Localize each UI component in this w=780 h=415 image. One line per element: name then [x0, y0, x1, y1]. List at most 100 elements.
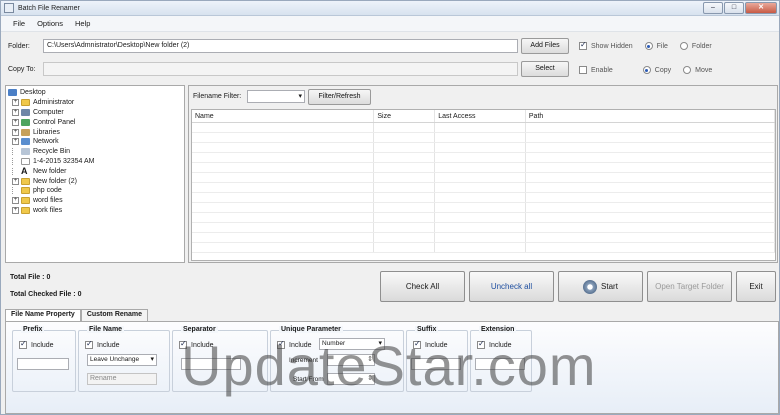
tree-item[interactable]: + Libraries	[8, 127, 184, 137]
tree-item[interactable]: 1-4-2015 32354 AM	[8, 157, 184, 167]
unique-type-select[interactable]: Number	[319, 338, 385, 350]
open-target-folder-button[interactable]: Open Target Folder	[647, 271, 732, 302]
column-path[interactable]: Path	[526, 110, 775, 122]
increment-spinner[interactable]	[327, 354, 375, 366]
start-from-label: Start From	[293, 376, 324, 383]
show-hidden-checkbox[interactable]	[579, 40, 587, 50]
filter-refresh-button[interactable]: Filter/Refresh	[308, 89, 371, 105]
tree-item[interactable]: Recycle Bin	[8, 147, 184, 157]
title-bar[interactable]: Batch File Renamer – □ ✕	[1, 1, 779, 16]
tree-item[interactable]: + Control Panel	[8, 117, 184, 127]
move-radio[interactable]	[683, 66, 692, 74]
expand-icon[interactable]: +	[12, 128, 19, 136]
select-button[interactable]: Select	[521, 61, 569, 77]
start-from-spinner[interactable]	[327, 373, 375, 385]
folder-path-field[interactable]: C:\Users\Admnistrator\Desktop\New folder…	[43, 39, 518, 53]
start-button[interactable]: Start	[558, 271, 643, 302]
suffix-input[interactable]	[411, 358, 461, 370]
increment-label: Increment	[289, 357, 318, 364]
maximize-button[interactable]: □	[724, 2, 744, 14]
file-icon	[21, 157, 30, 165]
menu-file[interactable]: File	[1, 19, 31, 28]
expand-icon[interactable]: +	[12, 197, 19, 205]
libraries-icon	[21, 128, 30, 136]
tree-item[interactable]: + Computer	[8, 108, 184, 118]
extension-include-checkbox[interactable]	[477, 339, 485, 349]
file-name-rename-input[interactable]: Rename	[87, 373, 157, 385]
file-radio-label: File	[656, 42, 668, 50]
table-row	[192, 163, 775, 173]
file-name-mode-select[interactable]: Leave Unchange	[87, 354, 157, 366]
gear-icon	[583, 279, 598, 294]
file-grid[interactable]: Name Size Last Access Path	[191, 109, 776, 261]
tree-item[interactable]: A New folder	[8, 166, 184, 176]
separator-include[interactable]: Include	[179, 339, 214, 349]
extension-title: Extension	[479, 326, 517, 333]
copy-radio[interactable]	[642, 66, 651, 74]
tree-item[interactable]: php code	[8, 186, 184, 196]
tree-item[interactable]: + Network	[8, 137, 184, 147]
tree-item-desktop[interactable]: Desktop	[8, 88, 184, 98]
menu-options[interactable]: Options	[31, 19, 69, 28]
tree-item[interactable]: + Administrator	[8, 98, 184, 108]
table-row	[192, 203, 775, 213]
exit-button[interactable]: Exit	[736, 271, 776, 302]
expand-icon[interactable]: +	[12, 206, 19, 214]
separator-input[interactable]	[181, 358, 241, 370]
column-name[interactable]: Name	[192, 110, 375, 122]
unique-include-checkbox[interactable]	[277, 339, 285, 349]
file-radio[interactable]	[644, 42, 653, 50]
minimize-button[interactable]: –	[703, 2, 723, 14]
tab-file-name-property[interactable]: File Name Property	[5, 309, 81, 321]
column-size[interactable]: Size	[374, 110, 436, 122]
expand-icon[interactable]: +	[12, 118, 19, 126]
add-files-button[interactable]: Add Files	[521, 38, 569, 54]
expand-icon[interactable]: +	[12, 138, 19, 146]
file-name-include[interactable]: Include	[85, 339, 120, 349]
menu-bar: File Options Help	[1, 16, 779, 32]
prefix-input[interactable]	[17, 358, 69, 370]
file-name-title: File Name	[87, 326, 125, 333]
file-name-include-checkbox[interactable]	[85, 339, 93, 349]
expand-icon[interactable]: +	[12, 177, 19, 185]
uncheck-all-button[interactable]: Uncheck all	[469, 271, 554, 302]
separator-include-checkbox[interactable]	[179, 339, 187, 349]
copy-radio-label: Copy	[654, 66, 672, 74]
prefix-include-checkbox[interactable]	[19, 339, 27, 349]
prefix-include[interactable]: Include	[19, 339, 54, 349]
unique-include[interactable]: Include	[277, 339, 312, 349]
table-row	[192, 193, 775, 203]
move-radio-label: Move	[695, 66, 713, 74]
expand-icon[interactable]: +	[12, 108, 19, 116]
copy-to-field[interactable]	[43, 62, 518, 76]
table-row	[192, 243, 775, 253]
extension-include[interactable]: Include	[477, 339, 512, 349]
tab-custom-rename[interactable]: Custom Rename	[80, 309, 149, 321]
folder-tree[interactable]: Desktop + Administrator + Computer + Contro…	[5, 85, 185, 263]
folder-icon	[21, 187, 30, 195]
enable-checkbox[interactable]	[579, 66, 587, 74]
extension-input[interactable]	[475, 358, 525, 370]
suffix-include-checkbox[interactable]	[413, 339, 421, 349]
check-all-button[interactable]: Check All	[380, 271, 465, 302]
folder-options: Show Hidden File Folder	[579, 40, 712, 50]
tree-item[interactable]: + work files	[8, 206, 184, 216]
computer-icon	[21, 108, 30, 116]
suffix-include[interactable]: Include	[413, 339, 448, 349]
column-last-access[interactable]: Last Access	[435, 110, 526, 122]
unique-parameter-group: Unique Parameter Include Number Incremen…	[270, 326, 404, 392]
grid-header: Name Size Last Access Path	[192, 110, 775, 123]
total-file-value: 0	[46, 274, 51, 281]
letter-a-icon: A	[21, 165, 28, 176]
menu-help[interactable]: Help	[69, 19, 96, 28]
folder-radio-label: Folder	[691, 42, 712, 50]
expand-icon[interactable]: +	[12, 99, 19, 107]
filename-filter-select[interactable]	[247, 90, 305, 103]
tree-item[interactable]: + New folder (2)	[8, 176, 184, 186]
recycle-bin-icon	[21, 148, 30, 156]
close-button[interactable]: ✕	[745, 2, 777, 14]
suffix-title: Suffix	[415, 326, 439, 333]
table-row	[192, 143, 775, 153]
tree-item[interactable]: + word files	[8, 196, 184, 206]
folder-radio[interactable]	[679, 42, 688, 50]
